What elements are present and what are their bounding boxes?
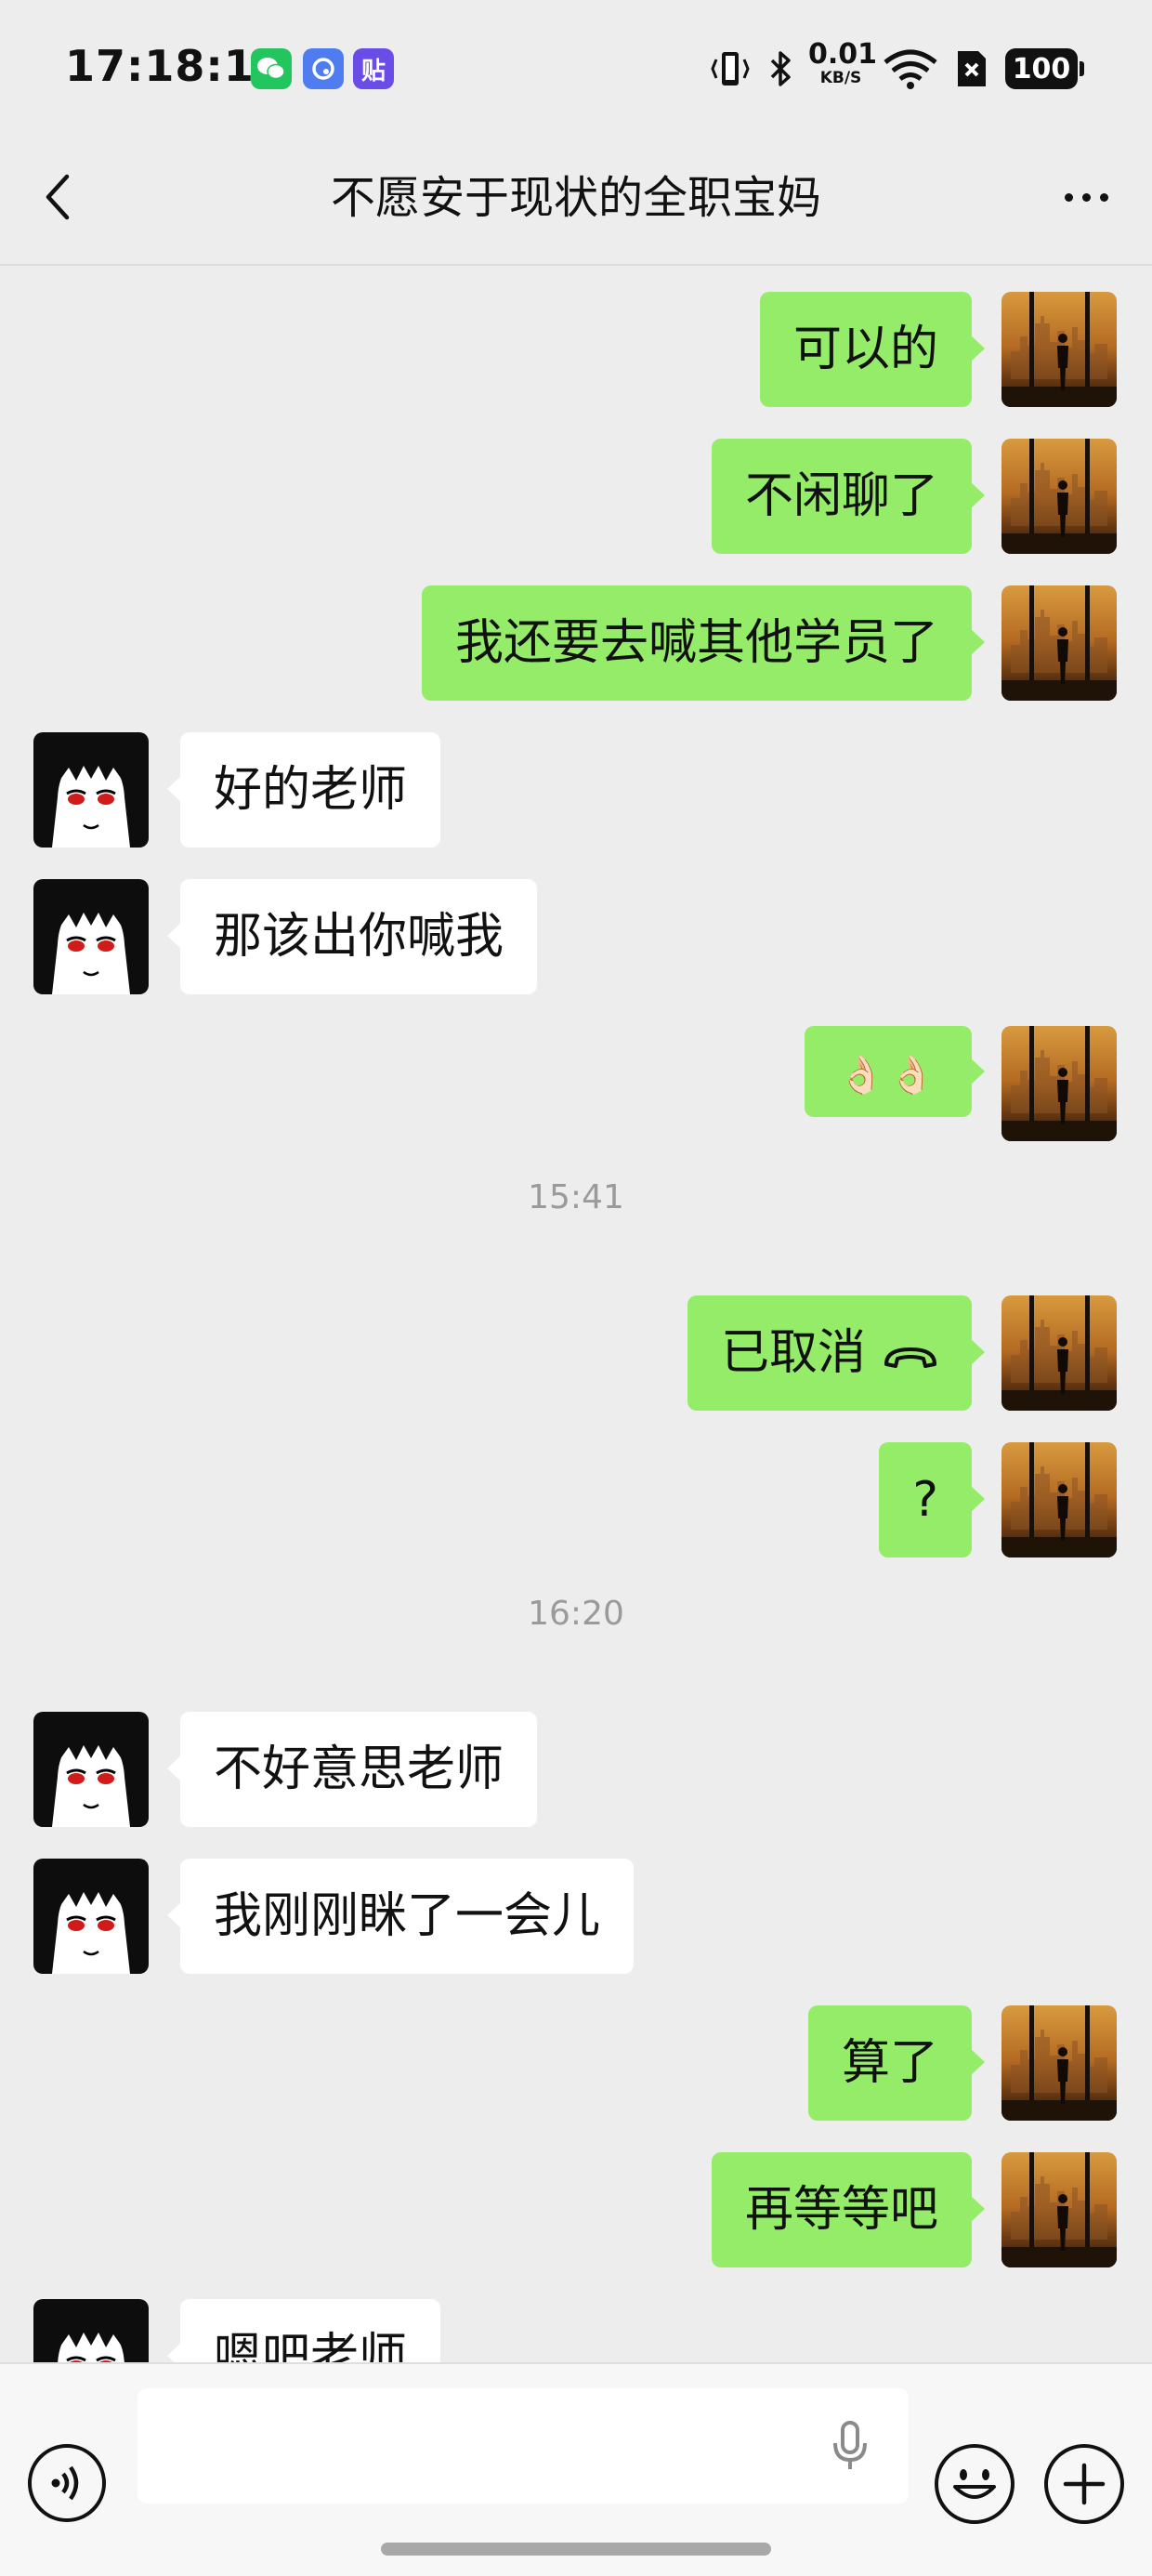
sent-message: 可以的: [0, 292, 1152, 407]
battery-indicator: 100: [1005, 48, 1084, 89]
status-bar: 17:18:14 贴 0.01 KB/S 100: [0, 0, 1152, 130]
vibrate-icon: [706, 45, 754, 93]
message-text: 可以的: [792, 322, 938, 377]
net-speed: 0.01 KB/S: [808, 38, 878, 87]
message-timestamp: 16:20: [528, 1595, 624, 1633]
message-bubble[interactable]: 👌🏻👌🏻: [805, 1026, 985, 1117]
message-bubble[interactable]: 可以的: [759, 292, 986, 407]
no-sim-icon: [951, 45, 992, 93]
message-bubble[interactable]: 那该出你喊我: [166, 879, 538, 994]
my-avatar[interactable]: [1001, 1442, 1117, 1557]
message-text: 我还要去喊其他学员了: [454, 615, 938, 671]
my-avatar[interactable]: [1001, 1026, 1117, 1141]
wifi-icon: [881, 45, 940, 93]
contact-avatar[interactable]: [33, 879, 149, 994]
message-bubble[interactable]: 好的老师: [166, 732, 441, 848]
message-bubble[interactable]: 我刚刚眯了一会儿: [166, 1859, 635, 1974]
received-message: 好的老师: [0, 732, 1152, 848]
message-bubble[interactable]: 我还要去喊其他学员了: [421, 585, 986, 701]
sent-message: 我还要去喊其他学员了: [0, 585, 1152, 701]
message-timestamp: 15:41: [528, 1178, 624, 1216]
more-functions-button[interactable]: [1044, 2444, 1124, 2524]
microphone-icon[interactable]: [827, 2418, 873, 2474]
message-bubble[interactable]: 不好意思老师: [166, 1712, 538, 1827]
emoji-icon: [953, 2469, 996, 2499]
message-text: 嗯吧老师: [214, 2329, 408, 2362]
message-text: 已取消: [720, 1325, 866, 1381]
bluetooth-icon: [762, 45, 799, 93]
more-icon-dot: [1099, 192, 1108, 202]
plus-icon: [1063, 2463, 1106, 2505]
emoji-button[interactable]: [935, 2444, 1015, 2524]
message-text: 我刚刚眯了一会儿: [214, 1888, 601, 1944]
sent-message: 再等等吧: [0, 2152, 1152, 2267]
message-text: 再等等吧: [744, 2182, 938, 2238]
received-message: 我刚刚眯了一会儿: [0, 1859, 1152, 1974]
my-avatar[interactable]: [1001, 292, 1117, 407]
message-bubble[interactable]: 不闲聊了: [711, 439, 986, 554]
sent-message: ?: [0, 1442, 1152, 1557]
received-message: 不好意思老师: [0, 1712, 1152, 1827]
chat-screen: 17:18:14 贴 0.01 KB/S 100 不愿安于现状的全职宝妈 可以的…: [0, 0, 1152, 2576]
contact-avatar[interactable]: [33, 732, 149, 848]
received-message: 嗯吧老师: [0, 2299, 1152, 2362]
more-options-button[interactable]: [1044, 164, 1128, 230]
my-avatar[interactable]: [1001, 585, 1117, 701]
contact-avatar[interactable]: [33, 2299, 149, 2362]
sent-message: 👌🏻👌🏻: [0, 1026, 1152, 1141]
message-text: 不闲聊了: [744, 468, 938, 524]
message-bubble[interactable]: 嗯吧老师: [166, 2299, 441, 2362]
message-text: 不好意思老师: [214, 1741, 504, 1797]
contact-avatar[interactable]: [33, 1712, 149, 1827]
more-icon-dot: [1081, 192, 1091, 202]
contact-avatar[interactable]: [33, 1859, 149, 1974]
message-list[interactable]: 可以的不闲聊了我还要去喊其他学员了好的老师那该出你喊我 👌🏻👌🏻 15:41 已取消?…: [0, 268, 1152, 2362]
message-bubble[interactable]: 再等等吧: [711, 2152, 986, 2267]
message-input[interactable]: [137, 2388, 909, 2504]
my-avatar[interactable]: [1001, 2005, 1117, 2121]
message-emoji: 👌🏻👌🏻: [838, 1054, 938, 1097]
message-text: 那该出你喊我: [214, 909, 504, 965]
my-avatar[interactable]: [1001, 1295, 1117, 1411]
home-indicator[interactable]: [381, 2543, 771, 2556]
back-button[interactable]: [24, 164, 91, 230]
wechat-app-icon: [251, 48, 292, 89]
my-avatar[interactable]: [1001, 439, 1117, 554]
message-bubble[interactable]: ?: [879, 1442, 985, 1557]
sent-message: 不闲聊了: [0, 439, 1152, 554]
message-text: 算了: [841, 2035, 938, 2091]
sent-message: 已取消: [0, 1295, 1152, 1411]
more-icon-dot: [1064, 192, 1073, 202]
received-message: 那该出你喊我: [0, 879, 1152, 994]
message-text: ?: [912, 1472, 938, 1528]
chevron-left-icon: [46, 174, 70, 220]
chat-header: 不愿安于现状的全职宝妈: [0, 130, 1152, 266]
phone-hangup-icon: [883, 1298, 938, 1413]
chat-title: 不愿安于现状的全职宝妈: [330, 172, 821, 224]
message-text: 好的老师: [214, 762, 408, 818]
message-bubble[interactable]: 已取消: [687, 1295, 986, 1413]
tieba-app-icon: 贴: [353, 48, 394, 89]
browser-app-icon: [303, 48, 344, 89]
message-bubble[interactable]: 算了: [807, 2005, 986, 2121]
input-bar: [0, 2362, 1152, 2576]
my-avatar[interactable]: [1001, 2152, 1117, 2267]
voice-icon: [51, 2465, 79, 2501]
voice-mode-button[interactable]: [28, 2444, 106, 2522]
sent-message: 算了: [0, 2005, 1152, 2121]
